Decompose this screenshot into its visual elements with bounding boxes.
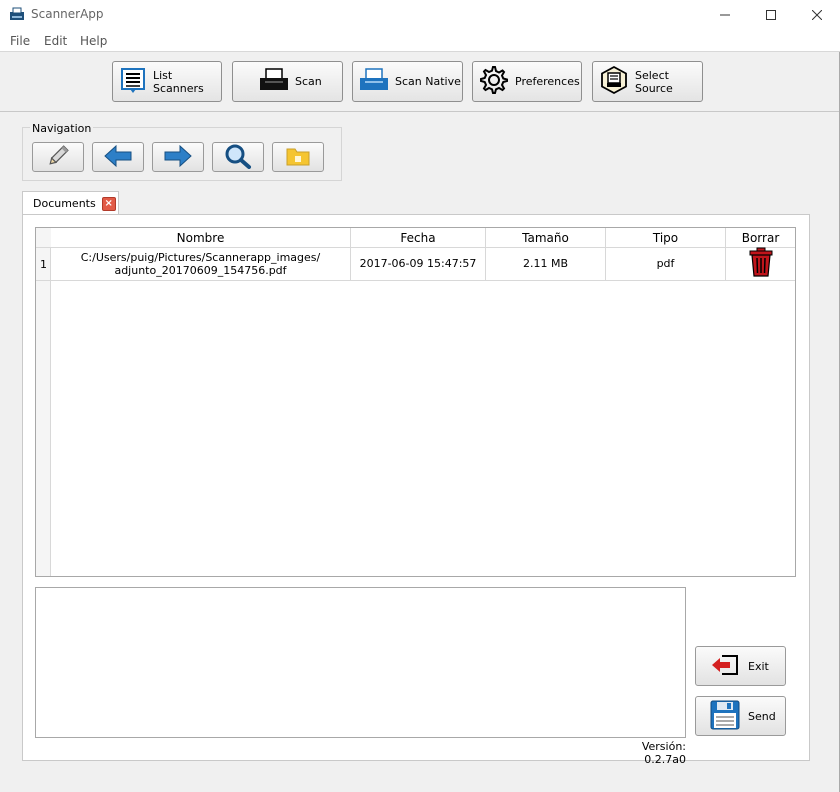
row-number[interactable]: 1 bbox=[36, 248, 51, 281]
navigation-group: Navigation bbox=[22, 122, 342, 181]
scanner-native-icon bbox=[359, 67, 389, 96]
table-cell-nombre[interactable]: C:/Users/puig/Pictures/Scannerapp_images… bbox=[51, 248, 351, 281]
delete-row-button[interactable] bbox=[726, 247, 795, 281]
close-button[interactable] bbox=[794, 0, 840, 30]
magnifier-icon bbox=[224, 143, 252, 172]
nombre-line-2: adjunto_20170609_154756.pdf bbox=[114, 264, 287, 277]
menu-edit[interactable]: Edit bbox=[44, 34, 67, 48]
table-cell-tipo[interactable]: pdf bbox=[606, 248, 726, 281]
log-text-area[interactable] bbox=[35, 587, 686, 738]
version-label: Versión: 0.2.7a0 bbox=[641, 740, 686, 766]
column-header-borrar[interactable]: Borrar bbox=[726, 228, 795, 248]
minimize-button[interactable] bbox=[702, 0, 748, 30]
column-header-nombre[interactable]: Nombre bbox=[51, 228, 351, 248]
select-source-label: Select Source bbox=[635, 68, 673, 95]
pencil-icon bbox=[46, 144, 70, 171]
printer-icon bbox=[259, 67, 289, 96]
source-hexagon-icon bbox=[599, 65, 629, 98]
main-pane: Navigation Documents × Nombre Fecha Tama… bbox=[0, 112, 839, 792]
menu-file[interactable]: File bbox=[10, 34, 30, 48]
table-cell-fecha[interactable]: 2017-06-09 15:47:57 bbox=[351, 248, 486, 281]
exit-icon bbox=[710, 653, 740, 680]
arrow-right-icon bbox=[164, 144, 192, 171]
gear-icon bbox=[479, 65, 509, 98]
scan-native-label: Scan Native bbox=[395, 75, 461, 88]
column-header-tipo[interactable]: Tipo bbox=[606, 228, 726, 248]
window-title: ScannerApp bbox=[31, 7, 104, 21]
list-icon bbox=[119, 66, 147, 97]
scan-label: Scan bbox=[295, 75, 322, 88]
open-folder-button[interactable] bbox=[272, 142, 324, 172]
documents-panel: Nombre Fecha Tamaño Tipo Borrar 1 C:/Use… bbox=[22, 214, 810, 766]
table-corner bbox=[36, 228, 51, 248]
preferences-button[interactable]: Preferences bbox=[472, 61, 582, 102]
scan-button[interactable]: Scan bbox=[232, 61, 343, 102]
column-header-tamano[interactable]: Tamaño bbox=[486, 228, 606, 248]
list-scanners-button[interactable]: List Scanners bbox=[112, 61, 222, 102]
folder-icon bbox=[285, 145, 311, 170]
navigation-label: Navigation bbox=[30, 122, 94, 135]
floppy-save-icon bbox=[710, 700, 740, 733]
table-cell-tamano[interactable]: 2.11 MB bbox=[486, 248, 606, 281]
exit-label: Exit bbox=[748, 659, 769, 673]
close-tab-icon[interactable]: × bbox=[101, 196, 116, 211]
previous-button[interactable] bbox=[92, 142, 144, 172]
search-button[interactable] bbox=[212, 142, 264, 172]
send-label: Send bbox=[748, 709, 776, 723]
toolbar: List Scanners Scan Scan Native Preferenc… bbox=[0, 52, 839, 112]
list-scanners-label: List Scanners bbox=[153, 68, 204, 95]
tab-documents[interactable]: Documents × bbox=[22, 191, 119, 215]
arrow-left-icon bbox=[104, 144, 132, 171]
menu-help[interactable]: Help bbox=[80, 34, 107, 48]
app-logo-icon bbox=[9, 7, 25, 21]
send-button[interactable]: Send bbox=[695, 696, 786, 736]
documents-table: Nombre Fecha Tamaño Tipo Borrar 1 C:/Use… bbox=[35, 227, 796, 577]
edit-button[interactable] bbox=[32, 142, 84, 172]
menu-bar: File Edit Help bbox=[0, 30, 840, 52]
select-source-button[interactable]: Select Source bbox=[592, 61, 703, 102]
scan-native-button[interactable]: Scan Native bbox=[352, 61, 463, 102]
nombre-line-1: C:/Users/puig/Pictures/Scannerapp_images… bbox=[80, 250, 321, 264]
title-bar[interactable]: ScannerApp bbox=[0, 0, 840, 30]
next-button[interactable] bbox=[152, 142, 204, 172]
exit-button[interactable]: Exit bbox=[695, 646, 786, 686]
tab-documents-label: Documents bbox=[33, 197, 96, 210]
trash-icon bbox=[748, 247, 774, 280]
app-window: ScannerApp File Edit Help List Scanners … bbox=[0, 0, 840, 792]
column-header-fecha[interactable]: Fecha bbox=[351, 228, 486, 248]
maximize-button[interactable] bbox=[748, 0, 794, 30]
preferences-label: Preferences bbox=[515, 75, 580, 88]
